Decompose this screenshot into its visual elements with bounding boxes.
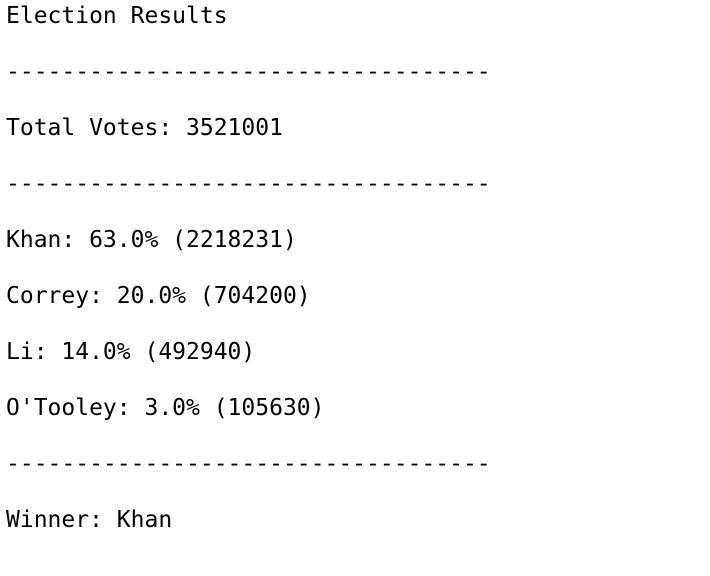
results-title: Election Results bbox=[6, 3, 228, 29]
divider-line: ----------------------------------- bbox=[6, 451, 491, 477]
terminal-output: Election Results -----------------------… bbox=[0, 0, 710, 576]
winner-line: Winner: Khan bbox=[6, 507, 173, 533]
candidate-result-li: Li: 14.0% (492940) bbox=[6, 339, 256, 365]
candidate-result-correy: Correy: 20.0% (704200) bbox=[6, 283, 311, 309]
candidate-result-khan: Khan: 63.0% (2218231) bbox=[6, 227, 297, 253]
divider-line: ----------------------------------- bbox=[6, 59, 491, 85]
divider-line: ----------------------------------- bbox=[6, 171, 491, 197]
candidate-result-otooley: O'Tooley: 3.0% (105630) bbox=[6, 395, 325, 421]
total-votes-line: Total Votes: 3521001 bbox=[6, 115, 283, 141]
